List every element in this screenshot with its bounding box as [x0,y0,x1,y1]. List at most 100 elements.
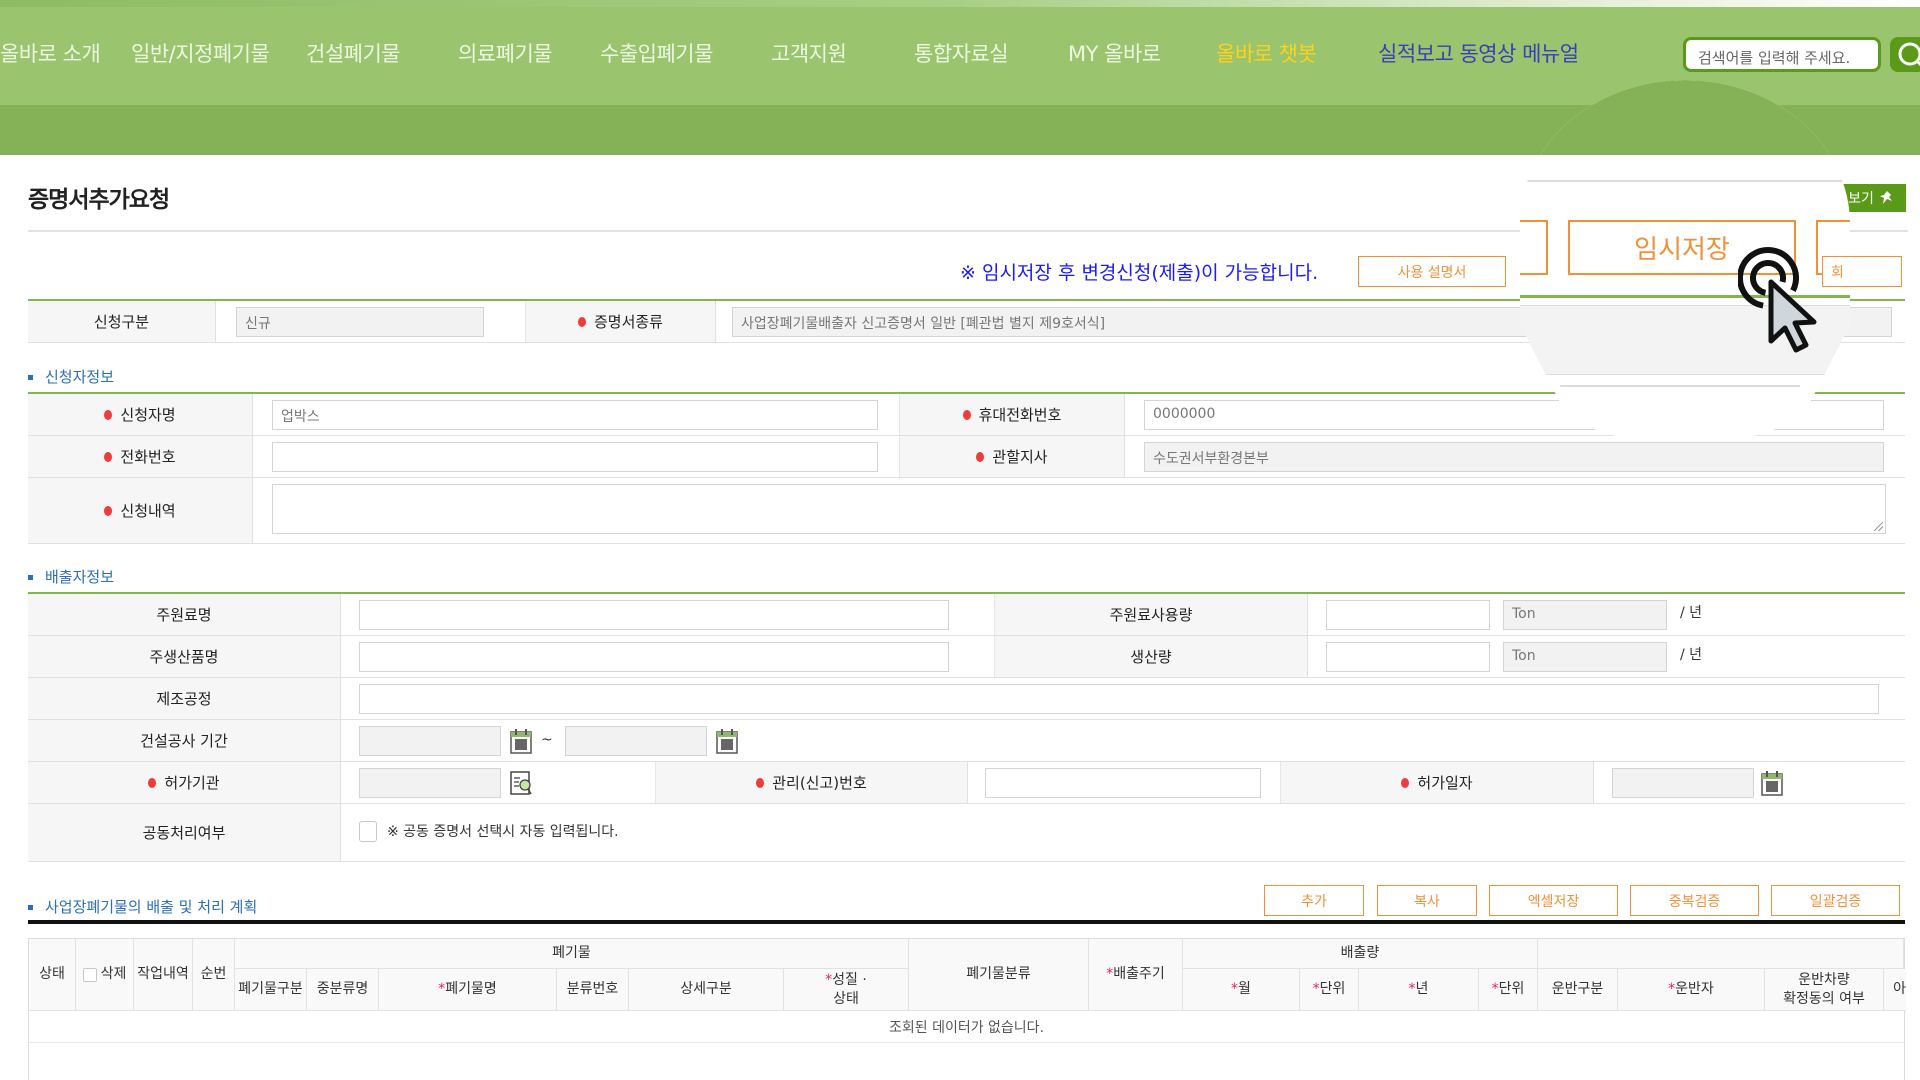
col-waste-name-text: 폐기물명 [445,981,497,998]
col-unit-1-text: 단위 [1319,981,1346,998]
col-vehicle-line2: 확정동의 여부 [1783,990,1865,1007]
permit-org-label-text: 허가기관 [164,774,220,792]
lens-bottom-line [1560,385,1800,387]
mobile-label: 휴대전화번호 [900,394,1125,435]
nav-item-general-waste[interactable]: 일반/지정폐기물 [131,38,270,68]
col-cut: 아 [1884,969,1906,1011]
nav-item-import-export-waste[interactable]: 수출입폐기물 [600,38,713,68]
nav-item-medical-waste[interactable]: 의료폐기물 [458,38,553,68]
col-delete-text: 삭제 [100,966,127,983]
permit-date-input[interactable] [1612,768,1754,798]
production-input[interactable] [1326,642,1490,672]
branch-field: 수도권서부환경본부 [1144,442,1884,472]
col-property: *성질 · 상태 [784,969,909,1011]
req-type-label: 신청구분 [28,301,216,342]
bullet-square-icon [28,575,33,580]
bullet-square-icon [28,375,33,380]
nav-item-construction-waste[interactable]: 건설폐기물 [306,38,401,68]
nav-item-my-allbaro[interactable]: MY 올바로 [1068,38,1161,68]
calendar-icon[interactable] [509,728,533,754]
material-usage-label: 주원료사용량 [995,594,1308,635]
search-document-icon[interactable] [509,770,533,796]
discharger-section-title: 배출자정보 [28,566,114,587]
col-vehicle-consent: 운반차량 확정동의 여부 [1765,969,1884,1011]
excel-save-button[interactable]: 엑셀저장 [1489,885,1618,916]
bullet-square-icon [28,905,33,910]
discharger-section-title-text: 배출자정보 [45,568,115,586]
required-dot-icon [577,316,586,327]
col-unit-1: * 단위 [1300,969,1359,1011]
search-icon [1898,42,1920,67]
production-cell: Ton / 년 [1308,636,1905,677]
col-detail: 상세구분 [629,969,784,1011]
mobile-label-text: 휴대전화번호 [978,406,1062,424]
permit-org-cell [341,762,656,803]
material-usage-cell: Ton / 년 [1308,594,1905,635]
top-gradient-strip [0,0,1920,7]
process-input[interactable] [359,684,1879,714]
add-button[interactable]: 추가 [1264,885,1364,916]
view-button-text: 보기 [1848,191,1874,207]
col-cycle: * 배출주기 [1089,939,1183,1011]
main-material-input[interactable] [359,600,949,630]
production-label: 생산량 [995,636,1308,677]
batch-validate-button[interactable]: 일괄검증 [1771,885,1900,916]
nav-item-about[interactable]: 올바로 소개 [0,38,101,68]
mgmt-no-input[interactable] [985,768,1261,798]
period-separator: ~ [541,732,553,748]
cert-type-label-text: 증명서종류 [593,313,663,331]
pin-icon [1879,191,1892,204]
col-group-transport [1538,939,1904,969]
nav-item-customer-support[interactable]: 고객지원 [771,38,847,68]
details-textarea[interactable] [272,484,1886,534]
calendar-icon[interactable] [1760,770,1784,796]
process-cell [341,678,1905,719]
nav-item-video-manual[interactable]: 실적보고 동영상 메뉴얼 [1378,38,1579,68]
period-end-input[interactable] [565,726,707,756]
details-cell [253,478,1905,543]
resize-handle-icon[interactable] [1874,522,1883,531]
applicant-name-label: 신청자명 [28,394,253,435]
select-all-checkbox[interactable] [82,967,97,982]
req-type-cell: 신규 [216,301,526,342]
req-type-field: 신규 [236,307,484,337]
main-product-input[interactable] [359,642,949,672]
col-year-text: 년 [1415,981,1429,998]
user-manual-button[interactable]: 사용 설명서 [1358,256,1506,287]
joint-label-text: 공동처리여부 [142,824,226,842]
duplicate-check-button[interactable]: 중복검증 [1630,885,1759,916]
applicant-name-input[interactable]: 업박스 [272,400,878,430]
nav-item-chatbot[interactable]: 올바로 챗봇 [1216,38,1317,68]
material-usage-input[interactable] [1326,600,1490,630]
phone-input[interactable] [272,442,878,472]
applicant-row: 전화번호 관할지사 수도권서부환경본부 [28,436,1905,478]
process-label-text: 제조공정 [156,690,212,708]
main-material-label: 주원료명 [28,594,341,635]
mgmt-no-cell [968,762,1281,803]
permit-date-label: 허가일자 [1281,762,1594,803]
production-unit: Ton [1503,642,1667,672]
req-type-label-text: 신청구분 [93,313,150,331]
phone-label: 전화번호 [28,436,253,477]
lookup-button-partial[interactable]: 회 [1822,256,1902,287]
col-waste-type: 폐기물구분 [235,969,307,1011]
col-vehicle-line1: 운반차량 [1798,972,1850,989]
joint-checkbox[interactable] [359,821,377,842]
calendar-icon[interactable] [715,728,739,754]
nav-item-resources[interactable]: 통합자료실 [914,38,1009,68]
permit-org-input[interactable] [359,768,501,798]
search-button[interactable] [1890,37,1920,72]
details-label: 신청내역 [28,478,253,543]
col-month: * 월 [1183,969,1300,1011]
search-input[interactable]: 검색어를 입력해 주세요. [1683,37,1881,72]
permit-date-label-text: 허가일자 [1417,774,1473,792]
branch-label: 관할지사 [900,436,1125,477]
plan-section-title-text: 사업장폐기물의 배출 및 처리 계획 [45,898,258,916]
col-work: 작업내역 [134,939,193,1011]
period-start-input[interactable] [359,726,501,756]
copy-button[interactable]: 복사 [1377,885,1477,916]
joint-label: 공동처리여부 [28,804,341,861]
per-year-text: / 년 [1680,647,1703,663]
plan-divider [28,920,1905,924]
main-material-label-text: 주원료명 [156,606,212,624]
